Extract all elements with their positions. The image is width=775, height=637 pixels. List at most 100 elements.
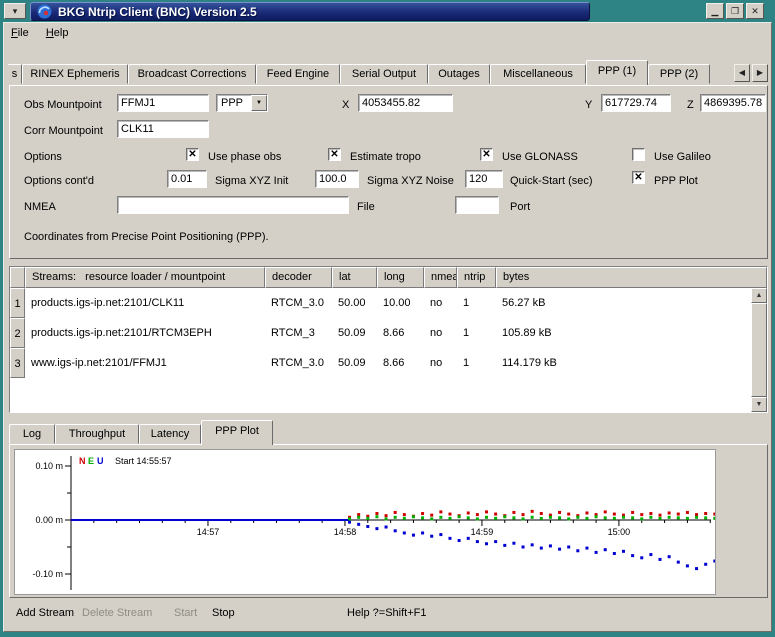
obs-type-value: PPP [217, 95, 251, 111]
ppp-plot-checkbox[interactable]: ✕ [632, 171, 645, 184]
menu-help[interactable]: Help [39, 23, 76, 45]
scroll-up-button[interactable]: ▲ [751, 288, 767, 303]
tab-outages[interactable]: Outages [428, 64, 490, 84]
sigma-xyz-noise-label: Sigma XYZ Noise [367, 174, 454, 188]
sigma-xyz-init-input[interactable] [167, 170, 207, 188]
ppp1-panel: Obs Mountpoint PPP ▼ X Y Z Corr Mountpoi… [9, 85, 768, 259]
svg-text:14:58: 14:58 [334, 527, 357, 537]
scroll-down-button[interactable]: ▼ [751, 397, 767, 412]
port-label: Port [510, 200, 530, 214]
column-header-long[interactable]: long [377, 267, 424, 288]
z-label: Z [687, 98, 694, 112]
corr-mountpoint-input[interactable] [117, 120, 209, 138]
stream-row-1[interactable]: 1 products.igs-ip.net:2101/CLK11 RTCM_3.… [10, 288, 767, 318]
estimate-tropo-label: Estimate tropo [350, 150, 421, 164]
window-body: File Help s RINEX Ephemeris Broadcast Co… [3, 22, 772, 632]
cell-long: 8.66 [377, 318, 424, 348]
obs-type-dropdown[interactable]: PPP ▼ [216, 94, 268, 112]
delete-stream-button[interactable]: Delete Stream [82, 607, 152, 619]
svg-text:Start 14:55:57: Start 14:55:57 [115, 456, 172, 466]
tab-ppp-1[interactable]: PPP (1) [586, 60, 648, 85]
quick-start-label: Quick-Start (sec) [510, 174, 593, 188]
nmea-file-input[interactable] [117, 196, 349, 214]
window-menu-icon: ▾ [13, 6, 18, 16]
use-phase-obs-checkbox[interactable]: ✕ [186, 148, 199, 161]
column-header-bytes[interactable]: bytes [496, 267, 767, 288]
column-header-mountpoint[interactable]: Streams: resource loader / mountpoint [25, 267, 265, 288]
tab-scroll-right-button[interactable]: ▶ [752, 64, 768, 82]
estimate-tropo-checkbox[interactable]: ✕ [328, 148, 341, 161]
tab-scroll-left-icon: ◀ [739, 68, 745, 77]
use-glonass-checkbox[interactable]: ✕ [480, 148, 493, 161]
cell-lat: 50.00 [332, 288, 377, 318]
column-header-rownum[interactable] [10, 267, 25, 288]
cell-decoder: RTCM_3.0 [265, 348, 332, 378]
cell-ntrip: 1 [457, 348, 496, 378]
help-hint-label: Help ?=Shift+F1 [347, 607, 427, 619]
window-title-plaque[interactable]: BKG Ntrip Client (BNC) Version 2.5 [30, 2, 590, 21]
sigma-xyz-noise-input[interactable] [315, 170, 359, 188]
sigma-xyz-init-label: Sigma XYZ Init [215, 174, 288, 188]
cell-mountpoint: products.igs-ip.net:2101/RTCM3EPH [25, 318, 265, 348]
close-button[interactable]: ✕ [746, 3, 764, 19]
window-menu-button[interactable]: ▾ [4, 3, 26, 19]
tab-broadcast-corrections[interactable]: Broadcast Corrections [128, 64, 256, 84]
tab-miscellaneous[interactable]: Miscellaneous [490, 64, 586, 84]
ppp-plot-canvas: 0.10 m0.00 m-0.10 m14:5714:5814:5915:00N… [14, 449, 716, 595]
tab-ppp-2[interactable]: PPP (2) [648, 64, 710, 84]
window-title: BKG Ntrip Client (BNC) Version 2.5 [58, 5, 257, 19]
scroll-down-icon: ▼ [756, 401, 763, 408]
ppp-plot-panel: 0.10 m0.00 m-0.10 m14:5714:5814:5915:00N… [9, 444, 768, 598]
svg-text:U: U [97, 456, 104, 466]
tab-clipped[interactable]: s [8, 64, 22, 84]
use-galileo-checkbox[interactable] [632, 148, 645, 161]
tab-log[interactable]: Log [9, 424, 55, 444]
scrollbar-thumb[interactable] [751, 303, 767, 397]
tab-feed-engine[interactable]: Feed Engine [256, 64, 340, 84]
ppp-plot-chart: 0.10 m0.00 m-0.10 m14:5714:5814:5915:00N… [15, 450, 715, 594]
column-header-nmea[interactable]: nmea [424, 267, 457, 288]
table-header-row: Streams: resource loader / mountpoint de… [10, 267, 767, 288]
x-coordinate-input[interactable] [358, 94, 453, 112]
options-label: Options [24, 150, 62, 164]
z-coordinate-input[interactable] [700, 94, 766, 112]
tab-latency[interactable]: Latency [139, 424, 201, 444]
nmea-port-input[interactable] [455, 196, 499, 214]
stop-button[interactable]: Stop [212, 607, 235, 619]
column-header-lat[interactable]: lat [332, 267, 377, 288]
cell-bytes: 56.27 kB [496, 288, 767, 318]
obs-mountpoint-input[interactable] [117, 94, 209, 112]
x-label: X [342, 98, 349, 112]
cell-nmea: no [424, 318, 457, 348]
tab-rinex-ephemeris[interactable]: RINEX Ephemeris [22, 64, 128, 84]
minimize-icon: ▁ [712, 6, 719, 16]
titlebar: ▾ BKG Ntrip Client (BNC) Version 2.5 ▁ ❐… [0, 0, 775, 22]
svg-text:E: E [88, 456, 94, 466]
stream-row-3[interactable]: 3 www.igs-ip.net:2101/FFMJ1 RTCM_3.0 50.… [10, 348, 767, 378]
row-number: 1 [10, 288, 25, 318]
tab-throughput[interactable]: Throughput [55, 424, 139, 444]
minimize-button[interactable]: ▁ [706, 3, 724, 19]
start-button[interactable]: Start [174, 607, 197, 619]
tab-scroll-left-button[interactable]: ◀ [734, 64, 750, 82]
corr-mountpoint-label: Corr Mountpoint [24, 124, 103, 138]
column-header-decoder[interactable]: decoder [265, 267, 332, 288]
y-coordinate-input[interactable] [601, 94, 671, 112]
cell-lat: 50.09 [332, 348, 377, 378]
cell-decoder: RTCM_3 [265, 318, 332, 348]
menu-file[interactable]: File [4, 23, 36, 45]
table-scrollbar[interactable]: ▲ ▼ [751, 288, 767, 412]
svg-text:0.10 m: 0.10 m [35, 461, 63, 471]
svg-text:14:59: 14:59 [471, 527, 494, 537]
cell-long: 8.66 [377, 348, 424, 378]
maximize-button[interactable]: ❐ [726, 3, 744, 19]
tab-serial-output[interactable]: Serial Output [340, 64, 428, 84]
tab-ppp-plot[interactable]: PPP Plot [201, 420, 273, 445]
stream-row-2[interactable]: 2 products.igs-ip.net:2101/RTCM3EPH RTCM… [10, 318, 767, 348]
quick-start-input[interactable] [465, 170, 503, 188]
column-header-ntrip[interactable]: ntrip [457, 267, 496, 288]
cell-long: 10.00 [377, 288, 424, 318]
add-stream-button[interactable]: Add Stream [16, 607, 74, 619]
menubar: File Help [4, 23, 771, 45]
cell-nmea: no [424, 348, 457, 378]
